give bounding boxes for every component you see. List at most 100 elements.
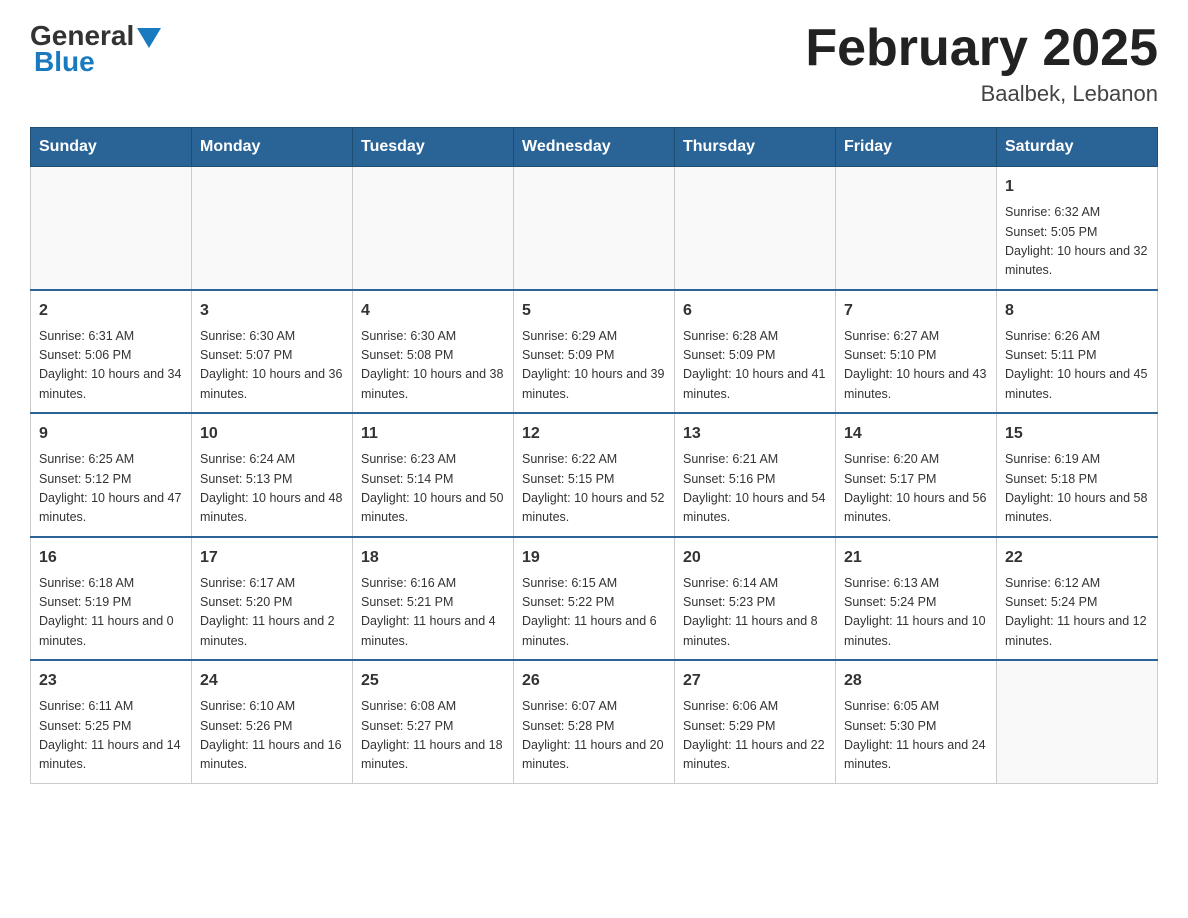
weekday-header-saturday: Saturday [997,128,1158,167]
day-info: Sunrise: 6:28 AMSunset: 5:09 PMDaylight:… [683,327,827,405]
day-number: 19 [522,546,666,570]
calendar-week-1: 1Sunrise: 6:32 AMSunset: 5:05 PMDaylight… [31,167,1158,290]
day-number: 18 [361,546,505,570]
calendar-cell: 27 Sunrise: 6:06 AMSunset: 5:29 PMDayligh… [675,660,836,783]
day-number: 21 [844,546,988,570]
day-info: Sunrise: 6:10 AMSunset: 5:26 PMDaylight:… [200,697,344,775]
calendar-cell: 13Sunrise: 6:21 AMSunset: 5:16 PMDayligh… [675,413,836,537]
day-number: 16 [39,546,183,570]
weekday-header-row: SundayMondayTuesdayWednesdayThursdayFrid… [31,128,1158,167]
calendar-week-4: 16 Sunrise: 6:18 AMSunset: 5:19 PMDayligh… [31,537,1158,661]
day-info: Sunrise: 6:17 AMSunset: 5:20 PMDaylight:… [200,574,344,652]
day-info: Sunrise: 6:19 AMSunset: 5:18 PMDaylight:… [1005,450,1149,528]
calendar-cell: 28 Sunrise: 6:05 AMSunset: 5:30 PMDayligh… [836,660,997,783]
day-info: Sunrise: 6:31 AMSunset: 5:06 PMDaylight:… [39,327,183,405]
calendar-table: SundayMondayTuesdayWednesdayThursdayFrid… [30,127,1158,784]
day-number: 20 [683,546,827,570]
weekday-header-wednesday: Wednesday [514,128,675,167]
calendar-cell: 10Sunrise: 6:24 AMSunset: 5:13 PMDayligh… [192,413,353,537]
day-info: Sunrise: 6:30 AMSunset: 5:08 PMDaylight:… [361,327,505,405]
day-info: Sunrise: 6:25 AMSunset: 5:12 PMDaylight:… [39,450,183,528]
day-info: Sunrise: 6:13 AMSunset: 5:24 PMDaylight:… [844,574,988,652]
logo-blue-text: Blue [34,46,95,78]
calendar-cell: 1Sunrise: 6:32 AMSunset: 5:05 PMDaylight… [997,167,1158,290]
day-info: Sunrise: 6:20 AMSunset: 5:17 PMDaylight:… [844,450,988,528]
day-info: Sunrise: 6:07 AMSunset: 5:28 PMDaylight:… [522,697,666,775]
day-info: Sunrise: 6:29 AMSunset: 5:09 PMDaylight:… [522,327,666,405]
weekday-header-sunday: Sunday [31,128,192,167]
day-number: 9 [39,422,183,446]
calendar-cell: 23 Sunrise: 6:11 AMSunset: 5:25 PMDayligh… [31,660,192,783]
day-info: Sunrise: 6:08 AMSunset: 5:27 PMDaylight:… [361,697,505,775]
calendar-cell [31,167,192,290]
day-info: Sunrise: 6:14 AMSunset: 5:23 PMDaylight:… [683,574,827,652]
day-number: 7 [844,299,988,323]
day-number: 28 [844,669,988,693]
day-number: 22 [1005,546,1149,570]
day-number: 12 [522,422,666,446]
calendar-cell: 12 Sunrise: 6:22 AMSunset: 5:15 PMDayligh… [514,413,675,537]
day-info: Sunrise: 6:12 AMSunset: 5:24 PMDaylight:… [1005,574,1149,652]
calendar-title: February 2025 [805,20,1158,77]
calendar-cell: 24 Sunrise: 6:10 AMSunset: 5:26 PMDayligh… [192,660,353,783]
calendar-cell [997,660,1158,783]
day-info: Sunrise: 6:22 AMSunset: 5:15 PMDaylight:… [522,450,666,528]
day-info: Sunrise: 6:11 AMSunset: 5:25 PMDaylight:… [39,697,183,775]
calendar-cell: 15 Sunrise: 6:19 AMSunset: 5:18 PMDayligh… [997,413,1158,537]
day-number: 27 [683,669,827,693]
calendar-cell: 19 Sunrise: 6:15 AMSunset: 5:22 PMDayligh… [514,537,675,661]
calendar-cell: 26 Sunrise: 6:07 AMSunset: 5:28 PMDayligh… [514,660,675,783]
calendar-cell: 5 Sunrise: 6:29 AMSunset: 5:09 PMDaylight… [514,290,675,414]
day-number: 8 [1005,299,1149,323]
calendar-cell: 25 Sunrise: 6:08 AMSunset: 5:27 PMDayligh… [353,660,514,783]
calendar-cell: 2 Sunrise: 6:31 AMSunset: 5:06 PMDaylight… [31,290,192,414]
day-number: 5 [522,299,666,323]
day-number: 3 [200,299,344,323]
calendar-cell: 20 Sunrise: 6:14 AMSunset: 5:23 PMDayligh… [675,537,836,661]
calendar-cell: 6 Sunrise: 6:28 AMSunset: 5:09 PMDaylight… [675,290,836,414]
day-info: Sunrise: 6:23 AMSunset: 5:14 PMDaylight:… [361,450,505,528]
calendar-cell [675,167,836,290]
weekday-header-tuesday: Tuesday [353,128,514,167]
day-info: Sunrise: 6:15 AMSunset: 5:22 PMDaylight:… [522,574,666,652]
calendar-week-5: 23 Sunrise: 6:11 AMSunset: 5:25 PMDayligh… [31,660,1158,783]
day-number: 1 [1005,175,1149,199]
calendar-cell [353,167,514,290]
calendar-cell: 22 Sunrise: 6:12 AMSunset: 5:24 PMDayligh… [997,537,1158,661]
day-info: Sunrise: 6:18 AMSunset: 5:19 PMDaylight:… [39,574,183,652]
day-number: 15 [1005,422,1149,446]
calendar-subtitle: Baalbek, Lebanon [805,81,1158,107]
calendar-cell: 18Sunrise: 6:16 AMSunset: 5:21 PMDayligh… [353,537,514,661]
day-info: Sunrise: 6:06 AMSunset: 5:29 PMDaylight:… [683,697,827,775]
day-number: 24 [200,669,344,693]
weekday-header-monday: Monday [192,128,353,167]
calendar-cell: 21 Sunrise: 6:13 AMSunset: 5:24 PMDayligh… [836,537,997,661]
day-info: Sunrise: 6:05 AMSunset: 5:30 PMDaylight:… [844,697,988,775]
calendar-cell: 8 Sunrise: 6:26 AMSunset: 5:11 PMDaylight… [997,290,1158,414]
day-number: 14 [844,422,988,446]
weekday-header-friday: Friday [836,128,997,167]
day-info: Sunrise: 6:24 AMSunset: 5:13 PMDaylight:… [200,450,344,528]
day-number: 11 [361,422,505,446]
calendar-week-2: 2 Sunrise: 6:31 AMSunset: 5:06 PMDaylight… [31,290,1158,414]
day-info: Sunrise: 6:26 AMSunset: 5:11 PMDaylight:… [1005,327,1149,405]
calendar-cell: 11 Sunrise: 6:23 AMSunset: 5:14 PMDayligh… [353,413,514,537]
day-number: 25 [361,669,505,693]
day-number: 6 [683,299,827,323]
calendar-cell [192,167,353,290]
logo-triangle-icon [137,28,161,48]
day-number: 2 [39,299,183,323]
day-number: 23 [39,669,183,693]
title-block: February 2025 Baalbek, Lebanon [805,20,1158,107]
day-number: 26 [522,669,666,693]
calendar-cell: 7 Sunrise: 6:27 AMSunset: 5:10 PMDaylight… [836,290,997,414]
calendar-cell: 3Sunrise: 6:30 AMSunset: 5:07 PMDaylight… [192,290,353,414]
weekday-header-thursday: Thursday [675,128,836,167]
day-number: 17 [200,546,344,570]
calendar-cell [514,167,675,290]
logo: General Blue [30,20,164,78]
day-info: Sunrise: 6:27 AMSunset: 5:10 PMDaylight:… [844,327,988,405]
page-header: General Blue February 2025 Baalbek, Leba… [30,20,1158,107]
calendar-cell: 16 Sunrise: 6:18 AMSunset: 5:19 PMDayligh… [31,537,192,661]
day-number: 13 [683,422,827,446]
